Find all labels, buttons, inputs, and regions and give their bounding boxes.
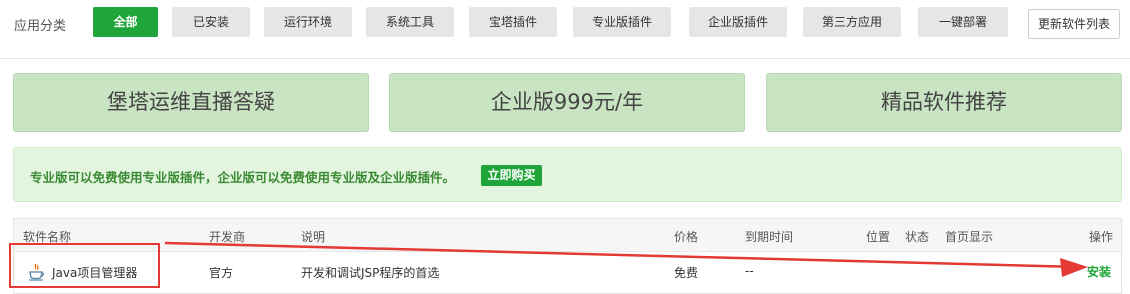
category-pro-plugins-button[interactable]: 专业版插件 [573, 7, 671, 37]
header-description: 说明 [301, 230, 326, 244]
category-enterprise-plugins-button[interactable]: 企业版插件 [689, 7, 787, 37]
install-button[interactable]: 安装 [1087, 263, 1111, 280]
header-position: 位置 [866, 230, 891, 244]
annotation-highlight-box [9, 243, 160, 288]
table-header: 软件名称 开发商 说明 价格 到期时间 位置 状态 首页显示 操作 [14, 219, 1121, 252]
category-all-button[interactable]: 全部 [93, 7, 158, 37]
divider [0, 58, 1130, 59]
banner-live-qa[interactable]: 堡塔运维直播答疑 [13, 73, 369, 132]
promo-text: 专业版可以免费使用专业版插件，企业版可以免费使用专业版及企业版插件。 [30, 170, 456, 185]
software-expire: -- [745, 264, 754, 278]
software-table: 软件名称 开发商 说明 价格 到期时间 位置 状态 首页显示 操作 Java项目… [13, 218, 1122, 294]
category-one-click-deploy-button[interactable]: 一键部署 [918, 7, 1008, 37]
banner-recommended-software[interactable]: 精品软件推荐 [766, 73, 1122, 132]
banner-enterprise-price[interactable]: 企业版999元/年 [389, 73, 745, 132]
header-status: 状态 [905, 230, 930, 244]
category-system-tools-button[interactable]: 系统工具 [366, 7, 454, 37]
category-third-party-button[interactable]: 第三方应用 [803, 7, 901, 37]
header-homepage: 首页显示 [945, 230, 994, 244]
category-runtime-button[interactable]: 运行环境 [264, 7, 352, 37]
software-description: 开发和调试JSP程序的首选 [301, 266, 440, 280]
promo-notice: 专业版可以免费使用专业版插件，企业版可以免费使用专业版及企业版插件。 立即购买 [13, 147, 1122, 202]
table-row: Java项目管理器 官方 开发和调试JSP程序的首选 免费 -- [14, 253, 1121, 293]
header-developer: 开发商 [209, 230, 246, 244]
buy-now-button[interactable]: 立即购买 [481, 165, 542, 186]
software-price: 免费 [674, 266, 699, 280]
category-bar: 应用分类 全部 已安装 运行环境 系统工具 宝塔插件 专业版插件 企业版插件 第… [0, 0, 1130, 50]
refresh-software-list-button[interactable]: 更新软件列表 [1028, 9, 1120, 39]
header-expire: 到期时间 [745, 230, 794, 244]
software-developer: 官方 [209, 266, 234, 280]
category-label: 应用分类 [14, 19, 67, 34]
header-action: 操作 [1089, 230, 1114, 244]
header-price: 价格 [674, 230, 699, 244]
category-bt-plugins-button[interactable]: 宝塔插件 [469, 7, 557, 37]
category-installed-button[interactable]: 已安装 [172, 7, 250, 37]
